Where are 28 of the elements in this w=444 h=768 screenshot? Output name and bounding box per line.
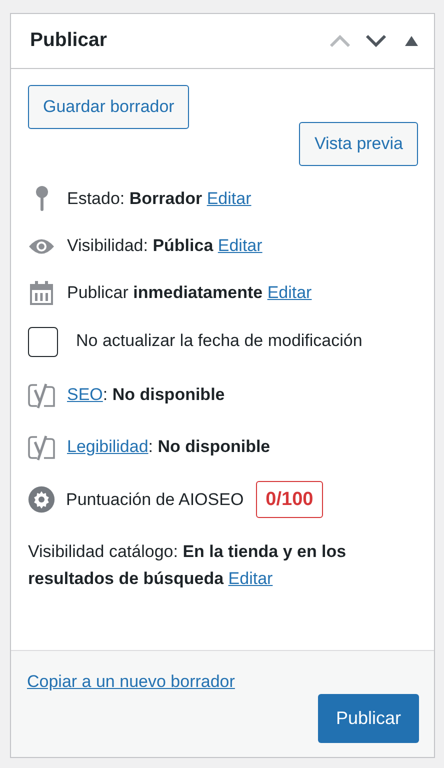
collapse-icon[interactable] [405, 36, 418, 46]
copy-draft-link[interactable]: Copiar a un nuevo borrador [27, 669, 235, 694]
eye-icon [28, 238, 55, 255]
checkbox[interactable] [28, 326, 58, 357]
edit-link[interactable]: Editar [206, 188, 252, 208]
score-label: Puntuación de AIOSEO [66, 488, 244, 511]
analysis-link[interactable]: SEO [67, 384, 103, 404]
edit-link[interactable]: Editar [267, 283, 312, 302]
y-logo-icon [28, 380, 55, 409]
status-text: Estado: Borrador Editar [67, 188, 252, 210]
score-badge: 0/100 [256, 480, 324, 518]
yoast-text: Legibilidad: No disponible [67, 436, 270, 458]
y-logo-icon [28, 432, 55, 461]
save-draft-button[interactable]: Guardar borrador [28, 85, 190, 129]
preview-button[interactable]: Vista previa [299, 122, 418, 166]
catalog-visibility-text: Visibilidad catálogo: En la tienda y en los resultados de búsqueda Editar [28, 540, 348, 590]
edit-link[interactable]: Editar [228, 569, 273, 588]
analysis-link[interactable]: Legibilidad [67, 436, 148, 456]
checkbox-label: No actualizar la fecha de modificación [76, 331, 362, 350]
panel-title: Publicar [30, 29, 107, 53]
gear-icon [28, 484, 55, 515]
move-down-icon[interactable] [365, 34, 387, 48]
edit-link[interactable]: Editar [218, 236, 262, 255]
publish-button[interactable]: Publicar [318, 694, 419, 742]
calendar-icon [28, 280, 55, 306]
visibility-text: Visibilidad: Pública Editar [67, 236, 262, 256]
yoast-text: SEO: No disponible [67, 384, 225, 406]
schedule-text: Publicar inmediatamente Editar [67, 283, 312, 304]
